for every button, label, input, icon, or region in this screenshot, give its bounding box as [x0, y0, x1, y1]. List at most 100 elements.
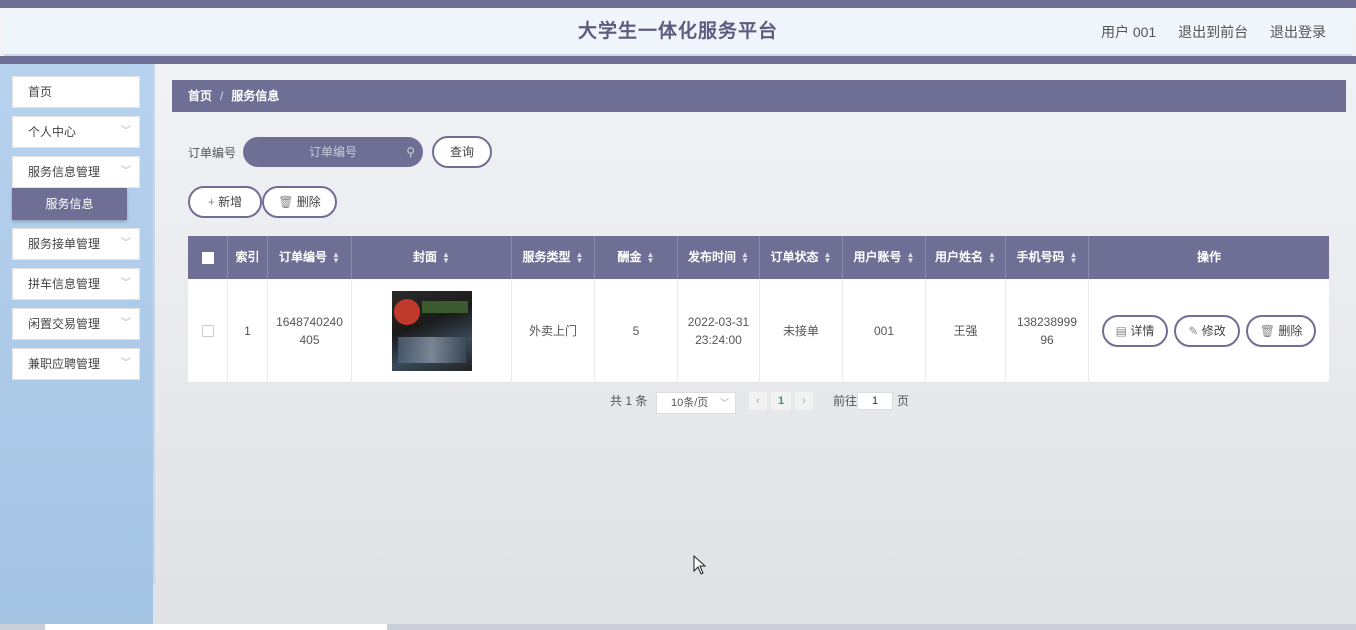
header-links: 用户 001 退出到前台 退出登录: [1083, 8, 1326, 56]
chevron-down-icon: ﹀: [719, 398, 729, 408]
prev-page-icon[interactable]: ‹: [749, 392, 767, 410]
cell-text: 1: [244, 324, 251, 338]
sort-icon[interactable]: ▲ ▼: [1070, 250, 1078, 264]
detail-button[interactable]: ▤ 详情: [1101, 315, 1169, 347]
column-header[interactable]: 手机号码 ▲ ▼: [1006, 236, 1089, 279]
sidebar-item-order-mgmt[interactable]: 服务接单管理 ﹀: [12, 228, 140, 260]
sidebar-item-carpool-mgmt[interactable]: 拼车信息管理 ﹀: [12, 268, 140, 300]
search-input[interactable]: 订单编号 ⚲: [243, 137, 423, 167]
cell-publish-time: 2022-03-31 23:24:00: [678, 279, 760, 383]
search-label: 订单编号: [188, 146, 237, 160]
column-header[interactable]: 酬金 ▲ ▼: [595, 236, 678, 279]
table-header: 索引 订单编号 ▲ ▼ 封面 ▲ ▼ 服务类型 ▲ ▼ 酬金 ▲ ▼ 发布时间 ▲ ▼ 订单状态 ▲ ▼…: [188, 236, 1329, 279]
page-size-select[interactable]: 10条/页 ﹀: [656, 392, 736, 414]
cell-text: 外卖上门: [528, 324, 577, 338]
page-number-current[interactable]: 1: [771, 392, 791, 410]
cell-account: 001: [843, 279, 926, 383]
select-all-checkbox[interactable]: [201, 251, 214, 264]
scrollbar-thumb[interactable]: [45, 624, 387, 630]
sort-icon[interactable]: ▲ ▼: [442, 250, 450, 264]
cell-text: 未接单: [782, 324, 819, 338]
order-no-line: 405: [299, 333, 320, 347]
row-select-cell: [188, 279, 228, 383]
sidebar-item-parttime-mgmt[interactable]: 兼职应聘管理 ﹀: [12, 348, 140, 380]
pager-total: 共 1 条: [610, 394, 648, 408]
chevron-down-icon: ﹀: [121, 318, 131, 329]
column-header[interactable]: 发布时间 ▲ ▼: [678, 236, 760, 279]
order-no-line: 1648740240: [276, 315, 343, 329]
cell-text: 王强: [953, 324, 978, 338]
search-icon: ⚲: [406, 145, 415, 159]
column-header[interactable]: 用户账号 ▲ ▼: [843, 236, 926, 279]
chevron-down-icon: ﹀: [121, 278, 131, 289]
column-header[interactable]: 订单状态 ▲ ▼: [760, 236, 843, 279]
sidebar-item-label: 兼职应聘管理: [28, 357, 101, 371]
column-header-label: 服务类型: [522, 250, 571, 264]
sidebar-item-label: 服务接单管理: [28, 237, 101, 251]
add-button-label: 新增: [218, 195, 243, 209]
chevron-down-icon: ﹀: [121, 166, 131, 177]
sort-icon[interactable]: ▲ ▼: [647, 250, 655, 264]
user-label: 用户 001: [1100, 24, 1157, 40]
pencil-icon: ✎: [1188, 324, 1199, 338]
edit-button[interactable]: ✎ 修改: [1174, 315, 1240, 347]
next-page-icon[interactable]: ›: [795, 392, 813, 410]
cell-text: 5: [632, 324, 640, 338]
column-header: 操作: [1089, 236, 1329, 279]
breadcrumb-current: 服务信息: [231, 89, 280, 103]
app-header: 大学生一体化服务平台 用户 001 退出到前台 退出登录: [4, 8, 1352, 56]
publish-date: 2022-03-31: [687, 315, 750, 329]
sidebar-item-home[interactable]: 首页: [12, 76, 140, 108]
logout-link[interactable]: 退出登录: [1270, 24, 1326, 40]
cell-cover: [352, 279, 512, 383]
breadcrumb-home[interactable]: 首页: [188, 89, 212, 103]
cell-status: 未接单: [760, 279, 843, 383]
column-header: 索引: [228, 236, 268, 279]
cover-sign-shape: [421, 301, 468, 313]
sidebar-item-label: 服务信息管理: [28, 165, 101, 179]
column-header[interactable]: 封面 ▲ ▼: [352, 236, 512, 279]
column-header-label: 索引: [235, 250, 260, 264]
cell-text: 2022-03-31 23:24:00: [688, 313, 749, 349]
sort-icon[interactable]: ▲ ▼: [824, 250, 832, 264]
chevron-down-icon: ﹀: [121, 238, 131, 249]
cell-service-type: 外卖上门: [512, 279, 595, 383]
query-button[interactable]: 查询: [432, 136, 492, 168]
sidebar-item-personal-center[interactable]: 个人中心 ﹀: [12, 116, 140, 148]
delete-button-label: 删除: [296, 195, 321, 209]
detail-label: 详情: [1130, 324, 1155, 338]
column-header-label: 订单状态: [770, 250, 819, 264]
top-strip: [0, 0, 1356, 8]
publish-time: 23:24:00: [695, 333, 742, 347]
chevron-down-icon: ﹀: [121, 126, 131, 137]
select-all-cell: [188, 236, 228, 279]
sidebar-item-label: 个人中心: [28, 125, 77, 139]
add-button[interactable]: + 新增: [188, 186, 262, 218]
bulk-delete-button[interactable]: 🗑 删除: [262, 186, 337, 218]
goto-page-input[interactable]: 1: [857, 392, 893, 410]
sidebar-item-service-info-mgmt[interactable]: 服务信息管理 ﹀: [12, 156, 140, 188]
row-delete-button[interactable]: 🗑 删除: [1245, 315, 1317, 347]
row-checkbox[interactable]: [201, 325, 214, 337]
cell-text: 1648740240 405: [276, 313, 343, 349]
column-header[interactable]: 订单编号 ▲ ▼: [268, 236, 352, 279]
sort-icon[interactable]: ▲ ▼: [332, 250, 340, 264]
cover-image: [391, 291, 472, 371]
column-header[interactable]: 用户姓名 ▲ ▼: [926, 236, 1006, 279]
sidebar-subitem-service-info[interactable]: 服务信息: [12, 188, 127, 220]
breadcrumb-separator: /: [220, 89, 224, 103]
sort-icon[interactable]: ▲ ▼: [741, 250, 749, 264]
sort-icon[interactable]: ▲ ▼: [576, 250, 584, 264]
trash-icon: 🗑: [1259, 324, 1275, 338]
sidebar-item-secondhand-mgmt[interactable]: 闲置交易管理 ﹀: [12, 308, 140, 340]
back-to-frontend-link[interactable]: 退出到前台: [1178, 24, 1248, 40]
column-header-label: 用户账号: [853, 250, 902, 264]
sort-icon[interactable]: ▲ ▼: [907, 250, 915, 264]
phone-line: 138238999: [1016, 315, 1078, 329]
cell-index: 1: [228, 279, 268, 383]
table-row: 1 1648740240 405 外卖上门 5 2022-03-31 23:24:0…: [188, 279, 1329, 383]
column-header[interactable]: 服务类型 ▲ ▼: [512, 236, 595, 279]
sort-icon[interactable]: ▲ ▼: [988, 250, 996, 264]
sidebar-divider: [153, 64, 155, 584]
sidebar-background: [0, 64, 153, 630]
